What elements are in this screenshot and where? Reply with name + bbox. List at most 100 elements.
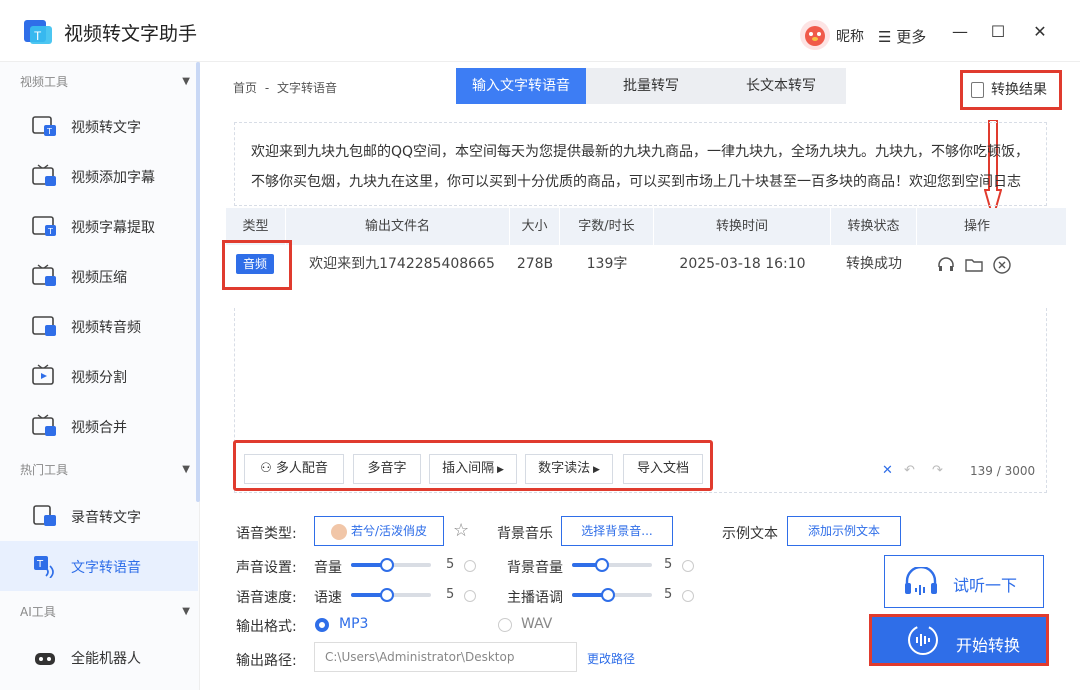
sidebar-item-robot[interactable]: 全能机器人 — [0, 632, 198, 682]
tool-label: 插入间隔 — [442, 461, 495, 476]
mp3-radio[interactable] — [315, 618, 329, 632]
select-bgm-button[interactable]: 选择背景音... — [561, 516, 673, 546]
mp3-label[interactable]: MP3 — [339, 616, 368, 632]
sidebar-item-merge[interactable]: 视频合并 — [0, 401, 198, 451]
section-hot-tools[interactable]: 热门工具 ▼ — [0, 452, 200, 488]
sound-setting-label: 声音设置: — [236, 560, 297, 576]
section-ai-tools[interactable]: AI工具 ▼ — [0, 594, 200, 630]
maximize-button[interactable]: ☐ — [986, 20, 1010, 44]
volume-slider[interactable] — [351, 558, 431, 572]
sidebar-item-video-to-text[interactable]: T 视频转文字 — [0, 101, 198, 151]
sidebar-item-extract-subtitle[interactable]: T 视频字幕提取 — [0, 201, 198, 251]
listen-preview-button[interactable]: 试听一下 — [884, 555, 1044, 608]
bg-volume-slider[interactable] — [572, 558, 652, 572]
headphone-icon[interactable] — [936, 255, 956, 275]
sidebar-item-record-to-text[interactable]: 录音转文字 — [0, 491, 198, 541]
star-icon[interactable]: ☆ — [453, 520, 469, 541]
folder-icon[interactable] — [964, 255, 984, 275]
add-sample-button[interactable]: 添加示例文本 — [787, 516, 901, 546]
import-doc-button[interactable]: 导入文档 — [623, 454, 703, 484]
breadcrumb-separator: - — [264, 81, 270, 95]
sidebar-scrollbar[interactable] — [196, 62, 200, 502]
breadcrumb-current: 文字转语音 — [277, 81, 338, 95]
sidebar-item-to-audio[interactable]: 视频转音频 — [0, 301, 198, 351]
tool-button-group: ⚇ 多人配音 多音字 插入间隔 ▶ 数字读法 ▶ 导入文档 — [233, 440, 713, 491]
document-icon — [971, 82, 984, 98]
avatar-icon — [805, 26, 825, 46]
slider-knob[interactable] — [595, 558, 609, 572]
more-menu[interactable]: ☰ 更多 — [878, 26, 926, 47]
start-conversion-button[interactable]: 开始转换 — [869, 614, 1049, 666]
slider-knob[interactable] — [380, 558, 394, 572]
voice-type-label: 语音类型: — [236, 526, 297, 542]
subtitle-extract-icon: T — [32, 216, 56, 236]
tone-value: 5 — [664, 587, 673, 602]
reset-icon[interactable] — [464, 560, 476, 572]
output-path-field[interactable]: C:\Users\Administrator\Desktop — [314, 642, 577, 672]
speed-slider[interactable] — [351, 588, 431, 602]
slider-knob[interactable] — [380, 588, 394, 602]
start-button-label: 开始转换 — [956, 638, 1021, 655]
bgm-label: 背景音乐 — [497, 526, 553, 542]
insert-pause-button[interactable]: 插入间隔 ▶ — [429, 454, 517, 484]
reset-icon[interactable] — [682, 590, 694, 602]
reset-icon[interactable] — [464, 590, 476, 602]
tab-batch[interactable]: 批量转写 — [586, 68, 716, 104]
section-title: 热门工具 — [20, 463, 69, 477]
volume-value: 5 — [446, 557, 455, 572]
tone-label: 主播语调 — [507, 590, 563, 606]
voice-select-button[interactable]: 若兮/活泼俏皮 — [314, 516, 444, 546]
conversion-result-button[interactable]: 转换结果 — [960, 70, 1062, 110]
tab-input-text[interactable]: 输入文字转语音 — [456, 68, 586, 104]
multi-voice-button[interactable]: ⚇ 多人配音 — [244, 454, 344, 484]
minimize-button[interactable]: — — [948, 20, 972, 44]
change-path-link[interactable]: 更改路径 — [587, 650, 635, 667]
tone-slider[interactable] — [572, 588, 652, 602]
robot-icon — [35, 653, 55, 665]
avatar[interactable] — [800, 20, 830, 50]
sidebar-item-add-subtitle[interactable]: 视频添加字幕 — [0, 151, 198, 201]
sidebar: 视频工具 ▼ T 视频转文字 视频添加字幕 T 视频字幕提取 视频压缩 视频转音频… — [0, 62, 200, 690]
undo-icon[interactable]: ↶ — [904, 463, 915, 478]
reset-icon[interactable] — [682, 560, 694, 572]
wav-radio[interactable] — [498, 618, 512, 632]
sidebar-item-label: 全能机器人 — [71, 651, 141, 667]
sidebar-item-split[interactable]: 视频分割 — [0, 351, 198, 401]
cell-size: 278B — [516, 256, 554, 272]
sidebar-item-label: 视频压缩 — [71, 270, 127, 286]
section-video-tools[interactable]: 视频工具 ▼ — [0, 64, 200, 100]
redo-icon[interactable]: ↷ — [932, 463, 943, 478]
result-button-label: 转换结果 — [991, 82, 1047, 98]
cell-status: 转换成功 — [846, 256, 902, 272]
polyphone-button[interactable]: 多音字 — [353, 454, 421, 484]
clear-icon[interactable]: ✕ — [882, 463, 893, 478]
red-highlight-box — [222, 240, 292, 290]
tv-merge-icon — [32, 414, 56, 436]
sidebar-item-label: 视频分割 — [71, 370, 127, 386]
headphone-wave-icon — [905, 567, 937, 595]
sidebar-item-compress[interactable]: 视频压缩 — [0, 251, 198, 301]
record-text-icon — [33, 505, 56, 526]
sidebar-item-text-to-speech[interactable]: T 文字转语音 — [0, 541, 198, 591]
caret-down-icon: ▼ — [182, 606, 190, 617]
tab-long-text[interactable]: 长文本转写 — [716, 68, 846, 104]
title-bar: T 视频转文字助手 昵称 ☰ 更多 — ☐ ✕ — [0, 0, 1080, 62]
caret-down-icon: ▼ — [182, 464, 190, 475]
number-reading-button[interactable]: 数字读法 ▶ — [525, 454, 613, 484]
wav-label[interactable]: WAV — [521, 616, 552, 632]
text-input-area[interactable]: 欢迎来到九块九包邮的QQ空间，本空间每天为您提供最新的九块九商品，一律九块九，全… — [234, 122, 1047, 206]
speed-value: 5 — [446, 587, 455, 602]
video-audio-icon — [32, 316, 56, 336]
svg-text:T: T — [46, 127, 52, 136]
nickname[interactable]: 昵称 — [836, 26, 864, 46]
app-logo-icon: T — [24, 20, 52, 44]
col-actions: 操作 — [963, 219, 990, 234]
sidebar-item-label: 视频添加字幕 — [71, 170, 155, 186]
delete-circle-icon[interactable] — [992, 255, 1012, 275]
slider-knob[interactable] — [601, 588, 615, 602]
breadcrumb-home[interactable]: 首页 — [233, 81, 257, 95]
volume-label: 音量 — [314, 560, 342, 576]
voice-avatar-icon — [330, 523, 347, 540]
col-status: 转换状态 — [831, 208, 917, 245]
close-button[interactable]: ✕ — [1028, 20, 1052, 44]
